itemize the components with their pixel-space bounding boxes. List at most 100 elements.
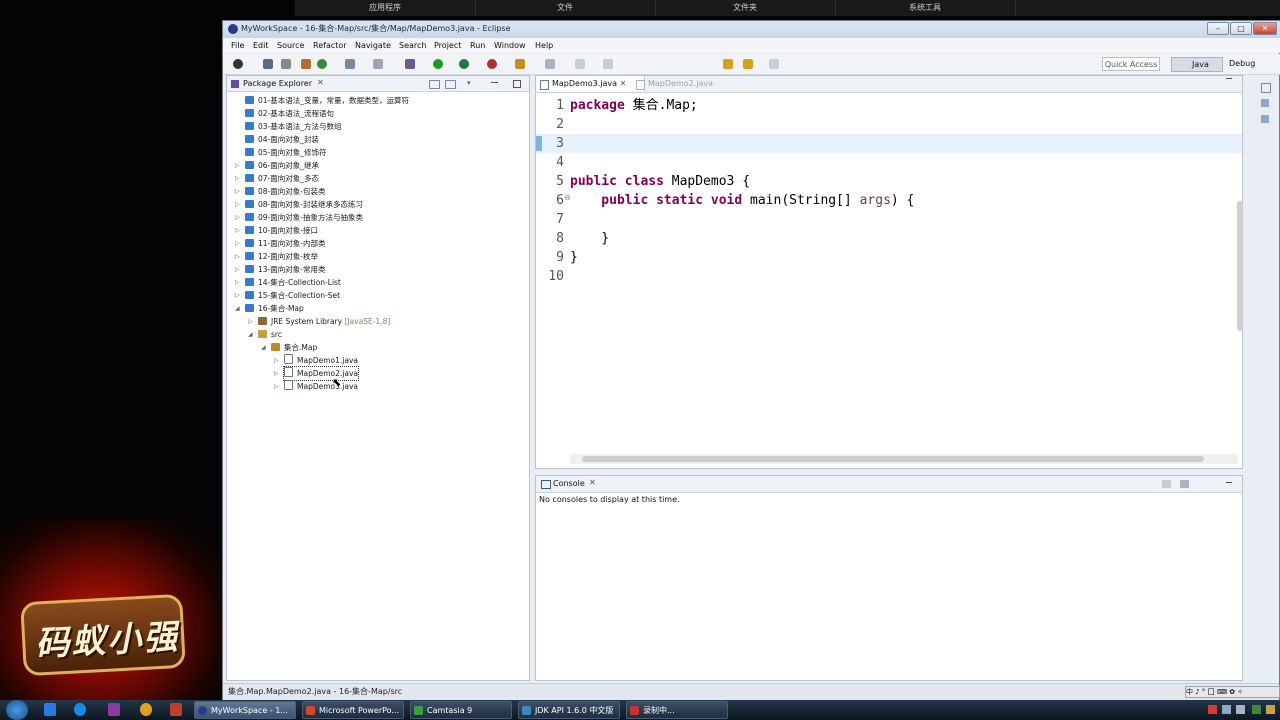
open-console-icon[interactable] xyxy=(1180,480,1189,488)
close-button[interactable]: ✕ xyxy=(1253,22,1277,35)
new-java-project-icon[interactable] xyxy=(345,59,355,69)
display-console-icon[interactable] xyxy=(1162,480,1171,488)
menu-refactor[interactable]: Refactor xyxy=(313,41,347,50)
restore-view-icon[interactable] xyxy=(1261,83,1271,93)
menu-source[interactable]: Source xyxy=(277,41,304,50)
menu-navigate[interactable]: Navigate xyxy=(355,41,391,50)
coverage-icon[interactable] xyxy=(459,59,469,69)
expand-chevron-icon[interactable]: ▷ xyxy=(235,175,240,182)
shell-menu-files[interactable]: 文件 xyxy=(475,0,656,16)
minimize-button[interactable]: – xyxy=(1207,22,1229,35)
back-icon[interactable] xyxy=(723,59,733,69)
debug-icon[interactable] xyxy=(405,59,415,69)
close-icon[interactable]: ✕ xyxy=(589,478,596,487)
expand-chevron-icon[interactable]: ▷ xyxy=(248,318,253,325)
code-line-3-current[interactable]: 3 xyxy=(536,134,1242,153)
refresh-icon[interactable] xyxy=(317,59,327,69)
tree-package[interactable]: 集合.Map xyxy=(271,341,317,354)
collapse-chevron-icon[interactable]: ◢ xyxy=(261,344,266,351)
code-line-7[interactable]: 7 xyxy=(536,210,1242,229)
new-wizard-icon[interactable] xyxy=(233,59,243,69)
back-history-icon[interactable] xyxy=(743,59,753,69)
tree-project-14[interactable]: 14-集合-Collection-List xyxy=(245,276,341,289)
shell-menu-folders[interactable]: 文件夹 xyxy=(655,0,836,16)
scrollbar-thumb[interactable] xyxy=(582,456,1204,462)
volume-icon[interactable] xyxy=(1236,705,1245,714)
java-perspective-button[interactable]: Java xyxy=(1171,57,1223,72)
expand-chevron-icon[interactable]: ▷ xyxy=(235,240,240,247)
menu-file[interactable]: File xyxy=(231,41,244,50)
view-menu-icon[interactable]: ▾ xyxy=(467,79,471,87)
task-powerpoint[interactable]: Microsoft PowerPo... xyxy=(302,701,404,719)
code-line-4[interactable]: 4 xyxy=(536,153,1242,172)
menu-run[interactable]: Run xyxy=(470,41,485,50)
expand-chevron-icon[interactable]: ▷ xyxy=(235,279,240,286)
tree-project-15[interactable]: 15-集合-Collection-Set xyxy=(245,289,340,302)
open-folder-icon[interactable] xyxy=(515,59,525,69)
expand-chevron-icon[interactable]: ▷ xyxy=(235,214,240,221)
run-icon[interactable] xyxy=(433,59,443,69)
maximize-button[interactable]: □ xyxy=(1230,22,1252,35)
expand-chevron-icon[interactable]: ▷ xyxy=(235,227,240,234)
task-jdk-api[interactable]: JDK API 1.6.0 中文版 xyxy=(518,701,620,719)
expand-chevron-icon[interactable]: ▷ xyxy=(235,162,240,169)
debug-perspective-button[interactable]: Debug xyxy=(1229,57,1279,72)
shell-menu-system-tools[interactable]: 系统工具 xyxy=(835,0,1016,16)
ime-toolbar[interactable]: 中 ♪ ° 囗 ⌨ ✿ ✧ xyxy=(1185,686,1280,698)
toggle-mark-icon[interactable] xyxy=(603,59,613,69)
close-icon[interactable]: ✕ xyxy=(317,78,324,87)
maximize-view-icon[interactable] xyxy=(513,80,521,88)
tab-mapdemo3[interactable]: MapDemo3.java ✕ xyxy=(536,76,645,92)
tree-project-07[interactable]: 07-面向对象_多态 xyxy=(245,172,319,185)
editor-vertical-scrollbar[interactable] xyxy=(1237,201,1243,331)
minimize-view-icon[interactable] xyxy=(1226,482,1232,483)
expand-chevron-icon[interactable]: ▷ xyxy=(274,370,279,377)
outline-view-icon[interactable] xyxy=(1261,99,1269,107)
menu-edit[interactable]: Edit xyxy=(253,41,269,50)
code-line-1[interactable]: 1 package 集合.Map; xyxy=(536,96,1242,115)
close-icon[interactable]: ✕ xyxy=(620,79,627,88)
annotation-icon[interactable] xyxy=(575,59,585,69)
tree-file-mapdemo2[interactable]: MapDemo2.java xyxy=(283,366,359,381)
app-launch-icon[interactable] xyxy=(108,703,120,716)
menu-search[interactable]: Search xyxy=(399,41,426,50)
collapse-chevron-icon[interactable]: ◢ xyxy=(235,305,240,312)
forward-icon[interactable] xyxy=(769,59,779,69)
app2-launch-icon[interactable] xyxy=(170,703,182,716)
start-button[interactable] xyxy=(6,700,28,720)
tree-project-04[interactable]: 04-面向对象_封装 xyxy=(245,133,319,146)
editor-horizontal-scrollbar[interactable] xyxy=(570,454,1238,464)
code-line-5[interactable]: 5 public class MapDemo3 { xyxy=(536,172,1242,191)
tree-project-02[interactable]: 02-基本语法_流程语句 xyxy=(245,107,334,120)
task-camtasia[interactable]: Camtasia 9 xyxy=(410,701,512,719)
quick-access-input[interactable]: Quick Access xyxy=(1102,57,1160,71)
task-recording[interactable]: 录制中... xyxy=(626,701,728,719)
open-type-icon[interactable] xyxy=(373,59,383,69)
tree-project-11[interactable]: 11-面向对象-内部类 xyxy=(245,237,325,250)
tree-file-mapdemo3[interactable]: MapDemo3.java xyxy=(284,380,358,393)
tree-project-03[interactable]: 03-基本语法_方法与数组 xyxy=(245,120,342,133)
tree-project-08b[interactable]: 08-面向对象-封装继承多态练习 xyxy=(245,198,363,211)
tab-mapdemo2[interactable]: MapDemo2.java xyxy=(632,76,738,92)
menu-window[interactable]: Window xyxy=(494,41,526,50)
tree-project-13[interactable]: 13-面向对象-常用类 xyxy=(245,263,325,276)
tree-project-10[interactable]: 10-面向对象-接口 xyxy=(245,224,318,237)
ie-launch-icon[interactable] xyxy=(74,703,86,716)
skip-breakpoints-icon[interactable] xyxy=(281,59,291,69)
fold-toggle-icon[interactable]: ⊖ xyxy=(564,193,571,202)
explorer-launch-icon[interactable] xyxy=(44,703,56,716)
tree-project-06[interactable]: 06-面向对象_继承 xyxy=(245,159,319,172)
task-eclipse[interactable]: MyWorkSpace - 1... xyxy=(194,701,296,719)
minimize-view-icon[interactable] xyxy=(1226,78,1232,79)
tree-project-01[interactable]: 01-基本语法_变量，常量，数据类型，运算符 xyxy=(245,94,409,107)
tree-project-16[interactable]: 16-集合-Map xyxy=(245,302,304,315)
shell-menu-applications[interactable]: 应用程序 xyxy=(295,0,476,16)
external-tools-icon[interactable] xyxy=(487,59,497,69)
tray-icon[interactable] xyxy=(1252,705,1261,714)
tray-app-icon[interactable] xyxy=(1208,705,1217,714)
code-line-6[interactable]: 6 public static void main(String[] args)… xyxy=(536,191,1242,210)
menu-project[interactable]: Project xyxy=(434,41,461,50)
console-tab[interactable]: Console ✕ xyxy=(536,476,1242,493)
menu-help[interactable]: Help xyxy=(535,41,553,50)
tree-project-08a[interactable]: 08-面向对象-包装类 xyxy=(245,185,325,198)
